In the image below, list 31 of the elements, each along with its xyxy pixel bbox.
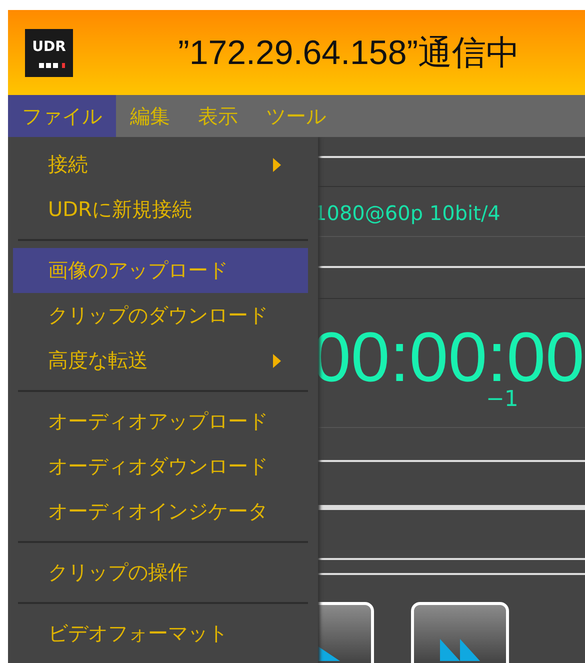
fast-forward-icon (440, 639, 480, 661)
menu-item[interactable]: オーディオインジケータ (13, 489, 308, 534)
fast-forward-button[interactable] (411, 602, 509, 663)
menu-tab[interactable]: ツール (252, 95, 340, 137)
menu-item-label: 画像のアップロード (48, 257, 228, 284)
menu-tab[interactable]: 表示 (184, 95, 252, 137)
menu-item-label: オーディオダウンロード (48, 453, 268, 480)
menu-item[interactable]: クリップのダウンロード (13, 293, 308, 338)
menu-item[interactable]: 画像のアップロード (13, 248, 308, 293)
menu-item[interactable]: クリップの操作 (13, 550, 308, 595)
logo-icon: UDR (25, 28, 73, 76)
menu-tab[interactable]: 編集 (116, 95, 184, 137)
menu-item[interactable]: ビデオフォーマット (13, 611, 308, 656)
menu-item[interactable]: UDRに新規接続 (13, 187, 308, 232)
menu-tab[interactable]: ファイル (8, 95, 116, 137)
menu-item-label: クリップの操作 (48, 559, 188, 586)
offset-text: −1 (486, 388, 518, 412)
menu-item[interactable]: オーディオダウンロード (13, 444, 308, 489)
menu-item-label: 接続 (48, 151, 88, 178)
timecode-text: 00:00:00 (312, 325, 585, 389)
menu-item-label: 高度な転送 (48, 347, 148, 374)
menu-item-label: ビデオフォーマット (48, 620, 228, 647)
menu-item-label: オーディオアップロード (48, 408, 268, 435)
menu-item-label: オーディオインジケータ (48, 498, 268, 525)
menu-item-label: クリップのダウンロード (48, 302, 268, 329)
menu-item[interactable]: 接続 (13, 142, 308, 187)
menu-item-label: UDRに新規接続 (48, 196, 192, 223)
menu-item[interactable]: 高度な転送 (13, 338, 308, 383)
menu-item[interactable]: オーディオアップロード (13, 399, 308, 444)
window-title: ”172.29.64.158”通信中 (178, 32, 520, 74)
format-text: 1080@60p 10bit/4 (314, 201, 502, 225)
